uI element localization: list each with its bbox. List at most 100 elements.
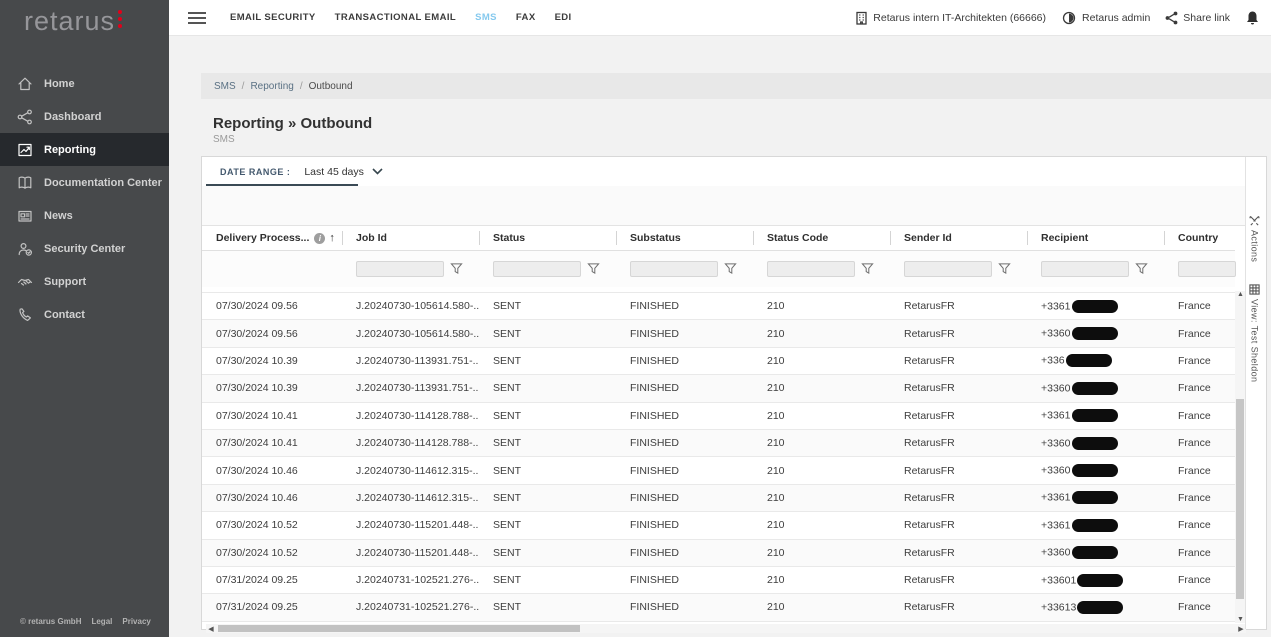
privacy-link[interactable]: Privacy [122, 617, 150, 626]
filter-input-status-code[interactable] [767, 261, 855, 277]
delivery-cell: 07/30/2024 10.46 [202, 465, 342, 477]
recipient-cell: +3361 [1027, 491, 1164, 504]
column-header-job-id[interactable]: Job Id [342, 226, 479, 250]
retarus-logo[interactable]: retarus [24, 6, 122, 37]
user-menu[interactable]: Retarus admin [1061, 11, 1150, 25]
nav-fax[interactable]: FAX [516, 12, 536, 23]
table-row[interactable]: 07/31/2024 09.25 J.20240731-102521.276-.… [202, 594, 1235, 621]
status-cell: SENT [479, 547, 616, 559]
legal-link[interactable]: Legal [91, 617, 112, 626]
side-panel-strip: Actions View: Test Sheldon [1245, 157, 1266, 629]
nav-email-security[interactable]: EMAIL SECURITY [230, 12, 316, 23]
country-cell: France [1164, 519, 1235, 531]
filter-funnel-icon[interactable] [1135, 262, 1148, 280]
status-cell: SENT [479, 519, 616, 531]
nav-transactional-email[interactable]: TRANSACTIONAL EMAIL [335, 12, 456, 23]
column-header-recipient[interactable]: Recipient [1027, 226, 1164, 250]
table-row[interactable]: 07/30/2024 09.56 J.20240730-105614.580-.… [202, 293, 1235, 320]
column-header-status-code[interactable]: Status Code [753, 226, 890, 250]
column-header-status[interactable]: Status [479, 226, 616, 250]
status-code-cell: 210 [753, 355, 890, 367]
sidebar-item-news[interactable]: News [0, 199, 169, 232]
status-cell: SENT [479, 437, 616, 449]
horizontal-scrollbar[interactable]: ◀ ▶ [206, 624, 1246, 633]
recipient-cell: +3361 [1027, 519, 1164, 532]
column-header-delivery-process[interactable]: Delivery Process... i ↑ [202, 226, 342, 250]
nav-sms[interactable]: SMS [475, 12, 497, 23]
filter-input-country[interactable] [1178, 261, 1236, 277]
sidebar-item-contact[interactable]: Contact [0, 298, 169, 331]
column-header-country[interactable]: Country [1164, 226, 1235, 250]
country-cell: France [1164, 382, 1235, 394]
account-selector[interactable]: Retarus intern IT-Architekten (66666) [855, 11, 1046, 25]
substatus-cell: FINISHED [616, 437, 753, 449]
sidebar-item-documentation-center[interactable]: Documentation Center [0, 166, 169, 199]
job-id-cell: J.20240731-102521.276-... [342, 601, 479, 613]
actions-panel-toggle[interactable]: Actions [1249, 215, 1260, 262]
table-row[interactable]: 07/30/2024 10.52 J.20240730-115201.448-.… [202, 512, 1235, 539]
table-row[interactable]: 07/31/2024 09.25 J.20240731-102521.276-.… [202, 567, 1235, 594]
sidebar-item-label: Dashboard [44, 111, 101, 123]
filter-funnel-icon[interactable] [998, 262, 1011, 280]
nav-edi[interactable]: EDI [555, 12, 572, 23]
product-nav: EMAIL SECURITY TRANSACTIONAL EMAIL SMS F… [230, 12, 572, 23]
table-row[interactable]: 07/30/2024 10.46 J.20240730-114612.315-.… [202, 485, 1235, 512]
chevron-down-icon[interactable] [372, 168, 383, 175]
filter-input-sender-id[interactable] [904, 261, 992, 277]
filter-funnel-icon[interactable] [861, 262, 874, 280]
filter-funnel-icon[interactable] [724, 262, 737, 280]
table-row[interactable]: 07/30/2024 10.39 J.20240730-113931.751-.… [202, 348, 1235, 375]
filter-input-substatus[interactable] [630, 261, 718, 277]
breadcrumb-separator: / [300, 81, 303, 92]
account-label: Retarus intern IT-Architekten (66666) [873, 12, 1046, 24]
logo-dots-icon [118, 10, 122, 31]
vertical-scrollbar-thumb[interactable] [1236, 399, 1244, 599]
hamburger-menu-icon[interactable] [188, 9, 206, 27]
table-header: Delivery Process... i ↑ Job Id Status Su… [202, 226, 1235, 251]
scroll-left-arrow-icon[interactable]: ◀ [206, 625, 216, 633]
filter-input-job-id[interactable] [356, 261, 444, 277]
column-header-sender-id[interactable]: Sender Id [890, 226, 1027, 250]
tools-icon [1249, 215, 1260, 226]
notifications-bell-icon[interactable] [1245, 10, 1260, 26]
filter-funnel-icon[interactable] [450, 262, 463, 280]
substatus-cell: FINISHED [616, 601, 753, 613]
sender-id-cell: RetarusFR [890, 300, 1027, 312]
table-row[interactable]: 07/30/2024 10.41 J.20240730-114128.788-.… [202, 403, 1235, 430]
substatus-cell: FINISHED [616, 328, 753, 340]
filter-input-recipient[interactable] [1041, 261, 1129, 277]
breadcrumb-sms[interactable]: SMS [214, 81, 236, 92]
table-row[interactable]: 07/30/2024 09.56 J.20240730-105614.580-.… [202, 320, 1235, 347]
sender-id-cell: RetarusFR [890, 465, 1027, 477]
table-row[interactable]: 07/30/2024 10.41 J.20240730-114128.788-.… [202, 430, 1235, 457]
view-label: View: Test Sheldon [1250, 299, 1260, 382]
date-range-value[interactable]: Last 45 days [304, 166, 364, 178]
sender-id-cell: RetarusFR [890, 547, 1027, 559]
breadcrumb-reporting[interactable]: Reporting [250, 81, 293, 92]
horizontal-scrollbar-thumb[interactable] [218, 625, 580, 632]
info-icon[interactable]: i [314, 233, 325, 244]
dashboard-icon [17, 109, 33, 125]
sidebar-item-home[interactable]: Home [0, 67, 169, 100]
table-row[interactable]: 07/30/2024 10.46 J.20240730-114612.315-.… [202, 457, 1235, 484]
sort-ascending-icon[interactable]: ↑ [329, 232, 335, 244]
job-id-cell: J.20240730-113931.751-... [342, 355, 479, 367]
table-row[interactable]: 07/30/2024 10.39 J.20240730-113931.751-.… [202, 375, 1235, 402]
view-panel-toggle[interactable]: View: Test Sheldon [1249, 284, 1260, 382]
sidebar-item-support[interactable]: Support [0, 265, 169, 298]
sidebar-item-security-center[interactable]: Security Center [0, 232, 169, 265]
filter-funnel-icon[interactable] [587, 262, 600, 280]
delivery-cell: 07/30/2024 10.39 [202, 382, 342, 394]
share-link-button[interactable]: Share link [1165, 11, 1230, 25]
share-icon [1165, 11, 1178, 25]
substatus-cell: FINISHED [616, 410, 753, 422]
substatus-cell: FINISHED [616, 300, 753, 312]
sidebar-item-reporting[interactable]: Reporting [0, 133, 169, 166]
table-row[interactable]: 07/30/2024 10.52 J.20240730-115201.448-.… [202, 540, 1235, 567]
recipient-cell: +3361 [1027, 409, 1164, 422]
job-id-cell: J.20240730-105614.580-... [342, 328, 479, 340]
column-header-substatus[interactable]: Substatus [616, 226, 753, 250]
sidebar-item-dashboard[interactable]: Dashboard [0, 100, 169, 133]
sender-id-cell: RetarusFR [890, 492, 1027, 504]
filter-input-status[interactable] [493, 261, 581, 277]
